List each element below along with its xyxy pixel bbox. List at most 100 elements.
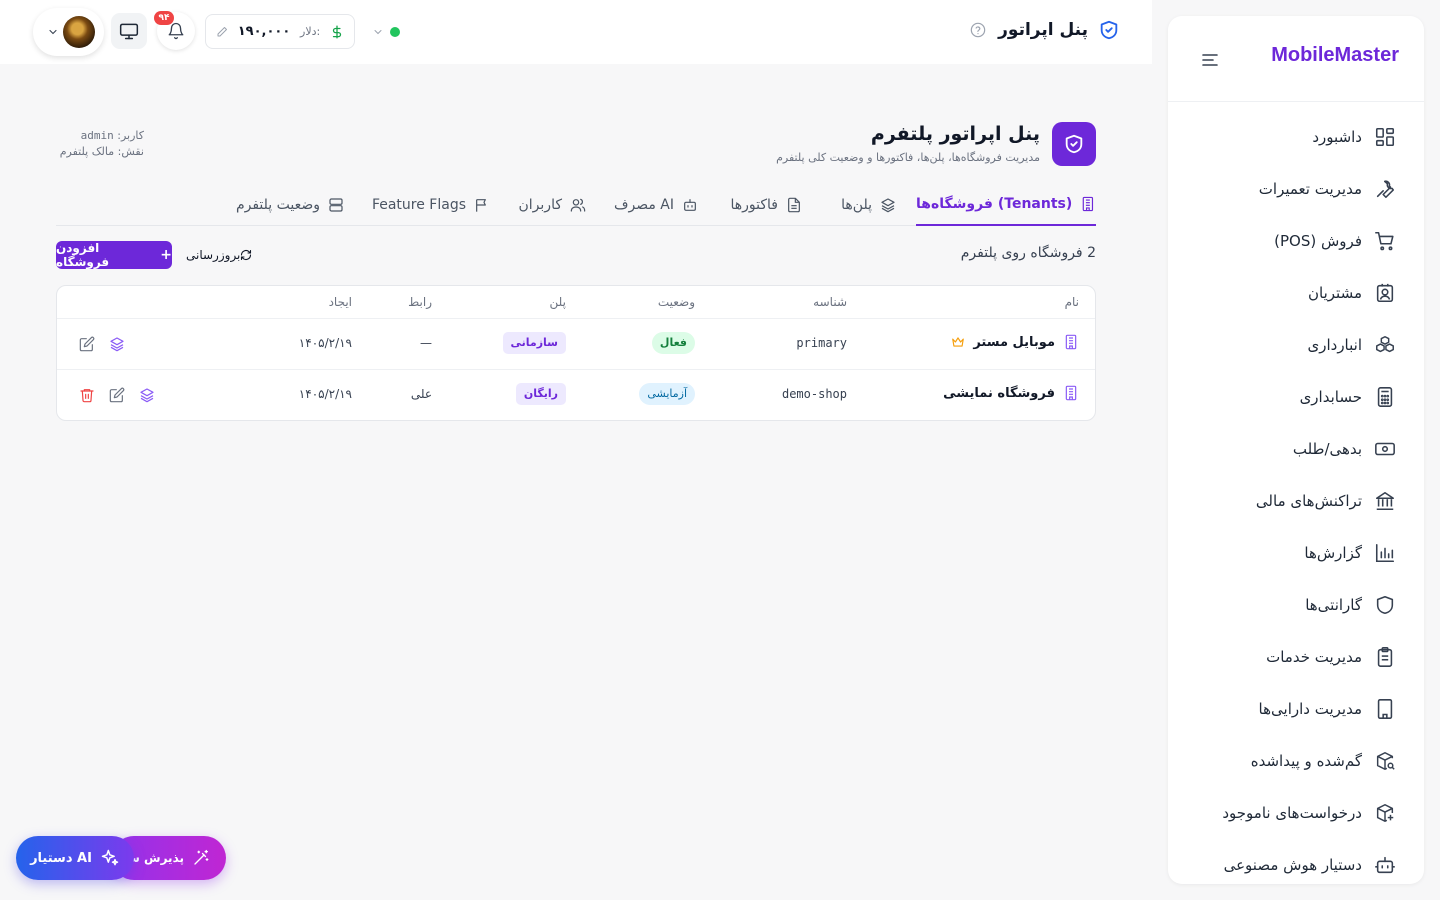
layers-icon[interactable] bbox=[109, 336, 125, 352]
table-header: نام شناسه وضعیت پلن رابط ایجاد bbox=[57, 286, 1095, 319]
user-value: admin bbox=[80, 129, 114, 142]
sidebar-item-label: انبارداری bbox=[1307, 336, 1362, 354]
brand-logo[interactable]: MobileMaster bbox=[1271, 44, 1399, 67]
tenant-name: فروشگاه نمایشی bbox=[943, 385, 1055, 401]
floating-actions: پذیرش س دستیار AI bbox=[16, 836, 226, 880]
notification-count-badge: ۹۴ bbox=[154, 11, 174, 25]
tenant-name: موبایل مستر bbox=[973, 334, 1055, 350]
sidebar-item-lost-found[interactable]: گم‌شده و پیداشده bbox=[1168, 735, 1424, 787]
tab-ai-usage[interactable]: مصرف AI bbox=[614, 184, 698, 225]
shield-check-icon bbox=[1065, 134, 1083, 154]
sidebar-item-requests[interactable]: درخواست‌های ناموجود bbox=[1168, 787, 1424, 839]
current-user-info: کاربر: admin نقش: مالک پلتفرم bbox=[56, 128, 144, 160]
refresh-button[interactable]: بروزرسانی bbox=[186, 244, 258, 266]
status-badge: آزمایشی bbox=[639, 383, 695, 405]
chart-icon bbox=[1375, 543, 1395, 563]
chevron-down-icon[interactable] bbox=[372, 26, 384, 38]
sidebar-item-label: مدیریت تعمیرات bbox=[1258, 180, 1362, 198]
package-search-icon bbox=[1376, 752, 1395, 770]
dashboard-icon bbox=[1375, 127, 1395, 147]
sidebar-item-inventory[interactable]: انبارداری bbox=[1168, 319, 1424, 371]
building-icon bbox=[1082, 196, 1094, 212]
sidebar-item-label: فروش (POS) bbox=[1274, 232, 1362, 250]
building-icon bbox=[1065, 385, 1077, 401]
display-mode-button[interactable] bbox=[111, 13, 147, 49]
ai-assistant-button[interactable]: دستیار AI bbox=[16, 836, 134, 880]
refresh-icon bbox=[241, 249, 252, 261]
clipboard-icon bbox=[1377, 647, 1393, 667]
crown-icon bbox=[952, 337, 965, 347]
bank-icon bbox=[1375, 491, 1395, 511]
tab-label: کاربران bbox=[518, 196, 562, 213]
bell-icon bbox=[168, 22, 184, 40]
sidebar-item-debts[interactable]: بدهی/طلب bbox=[1168, 423, 1424, 475]
calculator-icon bbox=[1377, 387, 1393, 407]
trash-icon[interactable] bbox=[79, 387, 95, 403]
sidebar-item-label: دستیار هوش مصنوعی bbox=[1223, 856, 1362, 874]
sidebar-item-label: حسابداری bbox=[1299, 388, 1362, 406]
sidebar-item-assets[interactable]: مدیریت دارایی‌ها bbox=[1168, 683, 1424, 735]
sidebar-item-repairs[interactable]: مدیریت تعمیرات bbox=[1168, 163, 1424, 215]
tab-tenants[interactable]: فروشگاه‌ها (Tenants) bbox=[916, 184, 1096, 226]
layers-icon bbox=[881, 197, 895, 212]
edit-icon[interactable] bbox=[109, 387, 125, 403]
sidebar-item-ai-assistant[interactable]: دستیار هوش مصنوعی bbox=[1168, 839, 1424, 884]
edit-icon[interactable] bbox=[79, 336, 95, 352]
building-icon bbox=[1377, 699, 1393, 719]
tenant-created-date: ۱۴۰۵/۲/۱۹ bbox=[298, 336, 352, 350]
sidebar-item-label: مدیریت خدمات bbox=[1266, 648, 1362, 666]
menu-toggle-icon[interactable] bbox=[1200, 50, 1220, 70]
dollar-icon bbox=[332, 25, 342, 38]
sidebar-item-transactions[interactable]: تراکنش‌های مالی bbox=[1168, 475, 1424, 527]
plus-icon: + bbox=[160, 247, 172, 263]
tab-feature-flags[interactable]: Feature Flags bbox=[372, 184, 490, 225]
plan-badge: رایگان bbox=[515, 383, 566, 405]
dollar-rate-field[interactable]: ۱۹۰,۰۰۰ دلار: bbox=[205, 14, 355, 49]
sidebar-item-pos[interactable]: فروش (POS) bbox=[1168, 215, 1424, 267]
tab-plans[interactable]: پلن‌ها bbox=[841, 184, 896, 225]
layers-icon[interactable] bbox=[139, 387, 155, 403]
dollar-rate-value: ۱۹۰,۰۰۰ bbox=[237, 24, 291, 39]
column-header-slug: شناسه bbox=[813, 295, 847, 309]
tab-label: فروشگاه‌ها (Tenants) bbox=[916, 196, 1073, 212]
tenant-slug: primary bbox=[796, 336, 847, 350]
top-bar: پنل اپراتور ۱۹۰,۰۰۰ دلار: ۹۴ bbox=[0, 0, 1152, 64]
sidebar: MobileMaster داشبورد مدیریت تعمیرات فروش… bbox=[1168, 16, 1424, 884]
pencil-icon[interactable] bbox=[216, 26, 228, 38]
table-row[interactable]: فروشگاه نمایشی demo-shop آزمایشی رایگان … bbox=[57, 370, 1095, 420]
column-header-name: نام bbox=[1064, 295, 1079, 309]
sidebar-item-customers[interactable]: مشتریان bbox=[1168, 267, 1424, 319]
tab-invoices[interactable]: فاکتورها bbox=[731, 184, 803, 225]
column-header-plan: پلن bbox=[549, 295, 566, 309]
sidebar-item-label: گارانتی‌ها bbox=[1305, 596, 1362, 614]
tenant-contact: علی bbox=[410, 387, 432, 401]
sidebar-item-reports[interactable]: گزارش‌ها bbox=[1168, 527, 1424, 579]
sidebar-item-accounting[interactable]: حسابداری bbox=[1168, 371, 1424, 423]
tab-label: مصرف AI bbox=[613, 196, 674, 213]
page-subtitle: مدیریت فروشگاه‌ها، پلن‌ها، فاکتورها و وض… bbox=[776, 151, 1040, 164]
tenant-slug: demo-shop bbox=[781, 387, 847, 401]
sidebar-item-dashboard[interactable]: داشبورد bbox=[1168, 111, 1424, 163]
help-icon[interactable] bbox=[970, 22, 986, 38]
user-line: کاربر: admin bbox=[56, 128, 144, 144]
file-text-icon bbox=[788, 197, 800, 212]
sparkles-icon bbox=[101, 849, 119, 866]
package-plus-icon bbox=[1376, 804, 1394, 822]
tenant-created-date: ۱۴۰۵/۲/۱۹ bbox=[298, 387, 352, 401]
column-header-created: ایجاد bbox=[328, 295, 352, 309]
role-line: نقش: مالک پلتفرم bbox=[59, 145, 144, 158]
page-shield-badge bbox=[1052, 122, 1096, 166]
tab-platform-status[interactable]: وضعیت پلتفرم bbox=[236, 184, 344, 225]
online-status-indicator[interactable] bbox=[390, 27, 400, 37]
sidebar-item-services[interactable]: مدیریت خدمات bbox=[1168, 631, 1424, 683]
profile-menu-button[interactable] bbox=[33, 8, 104, 56]
sidebar-item-warranties[interactable]: گارانتی‌ها bbox=[1168, 579, 1424, 631]
users-icon bbox=[570, 198, 586, 212]
table-row[interactable]: موبایل مستر primary فعال سازمانی — ۱۴۰۵/… bbox=[57, 319, 1095, 370]
add-tenant-label: افزودن فروشگاه bbox=[56, 241, 110, 269]
chevron-down-icon bbox=[49, 29, 57, 35]
tab-users[interactable]: کاربران bbox=[519, 184, 586, 225]
tab-label: پلن‌ها bbox=[841, 196, 872, 213]
add-tenant-button[interactable]: + افزودن فروشگاه bbox=[56, 241, 172, 269]
tenant-contact: — bbox=[420, 336, 432, 350]
